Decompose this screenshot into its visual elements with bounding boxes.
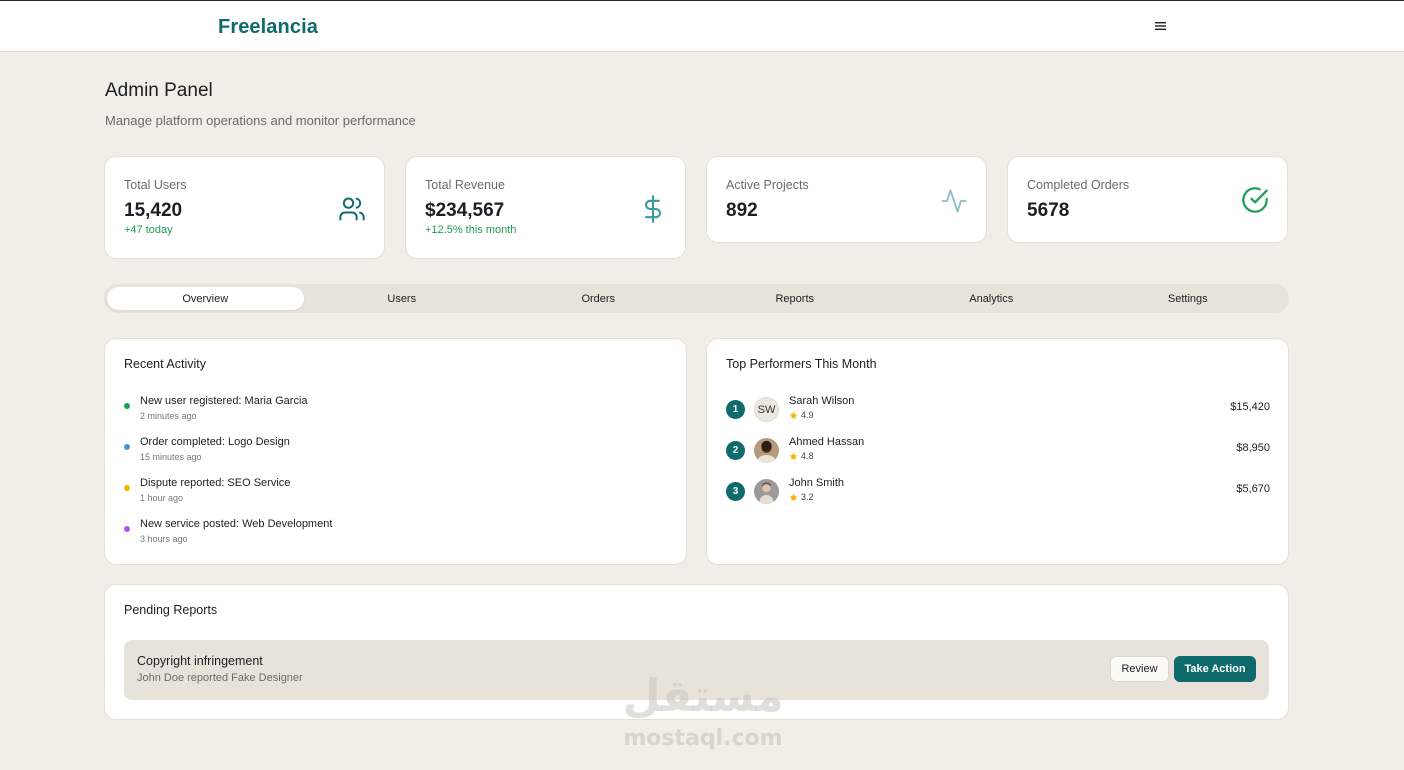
take-action-button[interactable]: Take Action xyxy=(1174,656,1256,682)
stat-card-completed-orders: Completed Orders 5678 xyxy=(1007,156,1288,243)
status-dot xyxy=(124,485,130,491)
activity-text: New service posted: Web Development xyxy=(140,518,333,530)
top-performers-panel: Top Performers This Month 1 SW Sarah Wil… xyxy=(706,338,1289,565)
stat-label: Completed Orders xyxy=(1027,178,1130,192)
panel-title: Top Performers This Month xyxy=(726,357,877,371)
activity-time: 3 hours ago xyxy=(140,534,188,544)
performer-rating: 4.8 xyxy=(789,451,814,461)
star-icon xyxy=(789,452,798,460)
pending-reports-panel: Pending Reports Copyright infringement J… xyxy=(104,584,1289,720)
star-icon xyxy=(789,411,798,419)
avatar xyxy=(754,438,779,463)
tab-reports[interactable]: Reports xyxy=(697,287,894,310)
performer-row[interactable]: 1 SW Sarah Wilson 4.9 $15,420 xyxy=(726,393,1270,423)
activity-text: Order completed: Logo Design xyxy=(140,436,290,448)
stat-value: 892 xyxy=(726,200,758,221)
watermark-text: mostaql.com xyxy=(623,726,783,751)
activity-icon xyxy=(940,187,968,215)
tab-users[interactable]: Users xyxy=(304,287,501,310)
recent-activity-panel: Recent Activity New user registered: Mar… xyxy=(104,338,687,565)
review-button[interactable]: Review xyxy=(1110,656,1169,682)
stat-delta: +12.5% this month xyxy=(425,224,517,236)
stat-value: 15,420 xyxy=(124,200,183,221)
performer-row[interactable]: 3 John Smith 3.2 $5,670 xyxy=(726,475,1270,505)
performer-amount: $15,420 xyxy=(1230,401,1270,413)
avatar: SW xyxy=(754,397,779,422)
performer-name: Ahmed Hassan xyxy=(789,436,865,448)
panel-title: Recent Activity xyxy=(124,357,206,371)
tab-overview[interactable]: Overview xyxy=(107,287,304,310)
hamburger-icon[interactable] xyxy=(1150,15,1172,37)
page-title: Admin Panel xyxy=(105,80,213,101)
report-item: Copyright infringement John Doe reported… xyxy=(124,640,1269,700)
stat-card-total-users: Total Users 15,420 +47 today xyxy=(104,156,385,259)
performer-amount: $5,670 xyxy=(1236,483,1270,495)
activity-time: 2 minutes ago xyxy=(140,411,197,421)
brand-logo[interactable]: Freelancia xyxy=(218,16,318,39)
performer-amount: $8,950 xyxy=(1236,442,1270,454)
stat-value: $234,567 xyxy=(425,200,505,221)
star-icon xyxy=(789,493,798,501)
stat-delta: +47 today xyxy=(124,224,173,236)
report-title: Copyright infringement xyxy=(137,654,263,668)
rank-badge: 2 xyxy=(726,441,745,460)
rating-value: 3.2 xyxy=(801,492,814,502)
rank-badge: 1 xyxy=(726,400,745,419)
performer-rating: 3.2 xyxy=(789,492,814,502)
rank-badge: 3 xyxy=(726,482,745,501)
page-subtitle: Manage platform operations and monitor p… xyxy=(105,113,416,128)
performer-name: John Smith xyxy=(789,477,845,489)
users-icon xyxy=(338,195,366,223)
status-dot xyxy=(124,403,130,409)
activity-text: New user registered: Maria Garcia xyxy=(140,395,308,407)
activity-time: 1 hour ago xyxy=(140,493,184,503)
dollar-icon xyxy=(639,195,667,223)
panel-title: Pending Reports xyxy=(124,603,218,617)
activity-text: Dispute reported: SEO Service xyxy=(140,477,291,489)
stat-label: Active Projects xyxy=(726,178,809,192)
rating-value: 4.8 xyxy=(801,451,814,461)
tab-analytics[interactable]: Analytics xyxy=(893,287,1090,310)
avatar xyxy=(754,479,779,504)
performer-row[interactable]: 2 Ahmed Hassan 4.8 $8,950 xyxy=(726,434,1270,464)
stat-label: Total Users xyxy=(124,178,187,192)
activity-time: 15 minutes ago xyxy=(140,452,202,462)
rating-value: 4.9 xyxy=(801,410,814,420)
stat-value: 5678 xyxy=(1027,200,1070,221)
check-circle-icon xyxy=(1241,186,1269,214)
status-dot xyxy=(124,526,130,532)
report-detail: John Doe reported Fake Designer xyxy=(137,672,303,684)
tab-orders[interactable]: Orders xyxy=(500,287,697,310)
performer-rating: 4.9 xyxy=(789,410,814,420)
tab-bar: Overview Users Orders Reports Analytics … xyxy=(104,284,1289,313)
performer-name: Sarah Wilson xyxy=(789,395,855,407)
status-dot xyxy=(124,444,130,450)
stat-card-active-projects: Active Projects 892 xyxy=(706,156,987,243)
stat-label: Total Revenue xyxy=(425,178,505,192)
tab-settings[interactable]: Settings xyxy=(1090,287,1287,310)
stat-card-total-revenue: Total Revenue $234,567 +12.5% this month xyxy=(405,156,686,259)
top-navbar: Freelancia xyxy=(0,0,1404,52)
